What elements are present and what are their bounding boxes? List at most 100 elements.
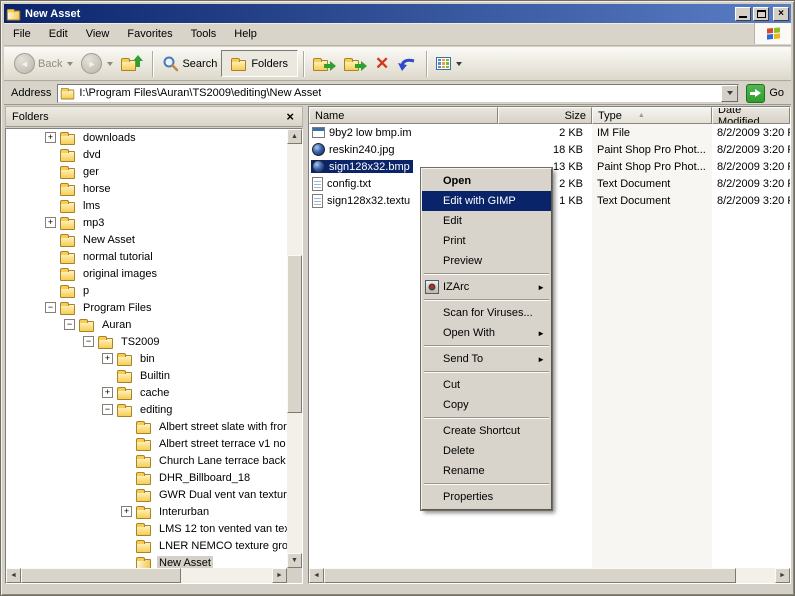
tree-item-label[interactable]: Program Files: [81, 301, 153, 315]
tree-item-label[interactable]: cache: [138, 386, 171, 400]
expand-toggle-icon[interactable]: +: [102, 387, 113, 398]
menubar-item-edit[interactable]: Edit: [40, 26, 77, 42]
tree-item-label[interactable]: normal tutorial: [81, 250, 155, 264]
folders-button[interactable]: Folders: [221, 50, 298, 77]
tree-item[interactable]: + Interurban: [6, 503, 287, 520]
tree-item-label[interactable]: LMS 12 ton vented van texl: [157, 522, 287, 536]
expand-toggle-icon[interactable]: −: [83, 336, 94, 347]
context-menu-item-edit-with-gimp[interactable]: Edit with GIMP: [422, 191, 551, 211]
expand-toggle-icon[interactable]: +: [45, 132, 56, 143]
column-header-size[interactable]: Size: [498, 107, 592, 124]
tree-item-label[interactable]: TS2009: [119, 335, 162, 349]
address-input[interactable]: I:\Program Files\Auran\TS2009\editing\Ne…: [57, 84, 739, 103]
tree-item-label[interactable]: Albert street slate with fror: [157, 420, 287, 434]
tree-item-label[interactable]: Interurban: [157, 505, 211, 519]
tree-item[interactable]: DHR_Billboard_18: [6, 469, 287, 486]
tree-item[interactable]: Builtin: [6, 367, 287, 384]
go-button[interactable]: Go: [739, 84, 788, 103]
views-dropdown-icon[interactable]: [456, 62, 462, 66]
context-menu-item-properties[interactable]: Properties: [422, 487, 551, 507]
file-name[interactable]: config.txt: [311, 177, 374, 191]
delete-button[interactable]: ✕: [371, 53, 393, 74]
tree-item[interactable]: + cache: [6, 384, 287, 401]
column-header-type[interactable]: Type▲: [592, 107, 712, 124]
tree-item[interactable]: normal tutorial: [6, 248, 287, 265]
tree-item-label[interactable]: New Asset: [81, 233, 137, 247]
tree-item-label[interactable]: Builtin: [138, 369, 172, 383]
tree-item[interactable]: − TS2009: [6, 333, 287, 350]
tree-item-label[interactable]: DHR_Billboard_18: [157, 471, 252, 485]
scroll-thumb[interactable]: [324, 568, 736, 583]
tree-horizontal-scrollbar[interactable]: ◄ ►: [6, 568, 287, 583]
tree-item[interactable]: original images: [6, 265, 287, 282]
scroll-left-button[interactable]: ◄: [309, 568, 324, 583]
tree-item[interactable]: +mp3: [6, 214, 287, 231]
context-menu-item-delete[interactable]: Delete: [422, 441, 551, 461]
folders-pane-close-button[interactable]: ×: [284, 110, 296, 123]
scroll-left-button[interactable]: ◄: [6, 568, 21, 583]
tree-item-label[interactable]: ger: [81, 165, 101, 179]
tree-item[interactable]: New Asset: [6, 554, 287, 568]
context-menu-item-edit[interactable]: Edit: [422, 211, 551, 231]
scroll-thumb[interactable]: [21, 568, 181, 583]
tree-item[interactable]: + downloads: [6, 129, 287, 146]
tree-item-label[interactable]: New Asset: [157, 556, 213, 569]
scroll-down-button[interactable]: ▼: [287, 553, 302, 568]
context-menu-item-print[interactable]: Print: [422, 231, 551, 251]
tree-item-label[interactable]: dvd: [81, 148, 103, 162]
tree-item[interactable]: −Program Files: [6, 299, 287, 316]
close-button[interactable]: ×: [773, 7, 789, 21]
tree-item-label[interactable]: bin: [138, 352, 157, 366]
tree-item-label[interactable]: GWR Dual vent van texture: [157, 488, 287, 502]
file-row[interactable]: reskin240.jpg18 KBPaint Shop Pro Phot...…: [309, 141, 790, 158]
menubar-item-view[interactable]: View: [77, 26, 119, 42]
tree-item-label[interactable]: Albert street terrace v1 no: [157, 437, 287, 451]
menubar-item-file[interactable]: File: [4, 26, 40, 42]
tree-item[interactable]: LMS 12 ton vented van texl: [6, 520, 287, 537]
expand-toggle-icon[interactable]: +: [102, 353, 113, 364]
tree-item[interactable]: Albert street terrace v1 no: [6, 435, 287, 452]
tree-item-label[interactable]: downloads: [81, 131, 138, 145]
file-name[interactable]: sign128x32.bmp: [311, 160, 413, 173]
tree-item[interactable]: Church Lane terrace back g: [6, 452, 287, 469]
scroll-right-button[interactable]: ►: [272, 568, 287, 583]
context-menu-item-create-shortcut[interactable]: Create Shortcut: [422, 421, 551, 441]
views-button[interactable]: [432, 55, 466, 72]
tree-item[interactable]: horse: [6, 180, 287, 197]
file-list-horizontal-scrollbar[interactable]: ◄ ►: [309, 568, 790, 583]
forward-button[interactable]: ►: [77, 51, 117, 76]
expand-toggle-icon[interactable]: +: [45, 217, 56, 228]
tree-item[interactable]: LNER NEMCO texture group: [6, 537, 287, 554]
column-header-name[interactable]: Name: [309, 107, 498, 124]
menubar-item-favorites[interactable]: Favorites: [118, 26, 181, 42]
tree-item[interactable]: ger: [6, 163, 287, 180]
scroll-up-button[interactable]: ▲: [287, 129, 302, 144]
file-name[interactable]: reskin240.jpg: [311, 143, 397, 156]
title-bar[interactable]: New Asset ×: [4, 4, 791, 23]
tree-item[interactable]: Albert street slate with fror: [6, 418, 287, 435]
tree-vertical-scrollbar[interactable]: ▲ ▼: [287, 129, 302, 568]
move-to-button[interactable]: [309, 55, 340, 73]
up-button[interactable]: [117, 55, 147, 73]
expand-toggle-icon[interactable]: −: [102, 404, 113, 415]
tree-item[interactable]: p: [6, 282, 287, 299]
tree-item[interactable]: − editing: [6, 401, 287, 418]
tree-item[interactable]: New Asset: [6, 231, 287, 248]
minimize-button[interactable]: [735, 7, 751, 21]
file-row[interactable]: 9by2 low bmp.im2 KBIM File8/2/2009 3:20 …: [309, 124, 790, 141]
expand-toggle-icon[interactable]: +: [121, 506, 132, 517]
scroll-thumb[interactable]: [287, 255, 302, 413]
context-menu-item-rename[interactable]: Rename: [422, 461, 551, 481]
search-button[interactable]: Search: [158, 53, 221, 74]
context-menu-item-open-with[interactable]: Open With►: [422, 323, 551, 343]
menubar-item-tools[interactable]: Tools: [182, 26, 226, 42]
column-header-date-modified[interactable]: Date Modified: [712, 107, 790, 124]
tree-item[interactable]: −Auran: [6, 316, 287, 333]
tree-item[interactable]: lms: [6, 197, 287, 214]
forward-dropdown-icon[interactable]: [107, 62, 113, 66]
address-dropdown-button[interactable]: [721, 85, 738, 102]
tree-item-label[interactable]: editing: [138, 403, 174, 417]
tree-item-label[interactable]: original images: [81, 267, 159, 281]
file-name[interactable]: 9by2 low bmp.im: [311, 127, 415, 139]
context-menu-item-send-to[interactable]: Send To►: [422, 349, 551, 369]
